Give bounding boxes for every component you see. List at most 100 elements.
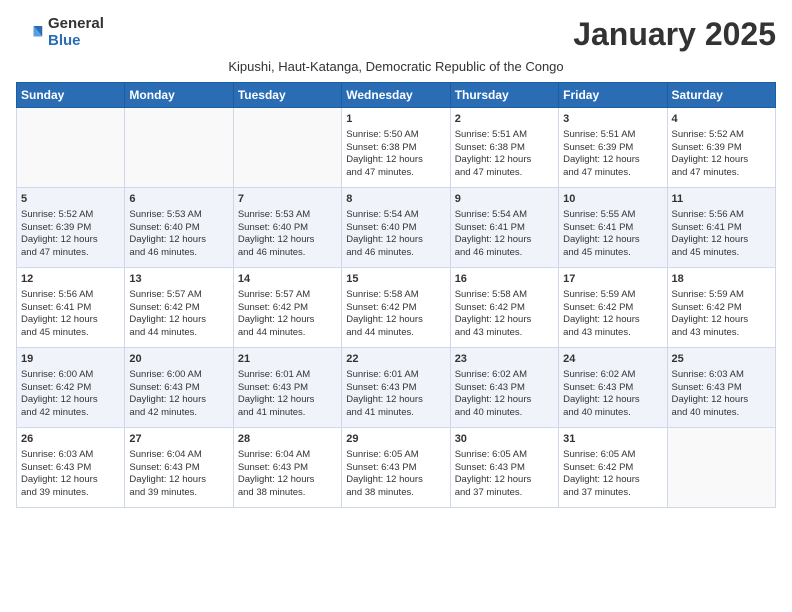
day-info-line: Sunset: 6:42 PM xyxy=(455,302,554,315)
day-info-line: Sunrise: 6:02 AM xyxy=(455,369,554,382)
day-info-line: Daylight: 12 hours xyxy=(346,394,445,407)
day-info-line: Sunset: 6:38 PM xyxy=(346,142,445,155)
calendar-day-5: 5Sunrise: 5:52 AMSunset: 6:39 PMDaylight… xyxy=(17,188,125,268)
day-number: 20 xyxy=(129,352,228,367)
calendar-day-13: 13Sunrise: 5:57 AMSunset: 6:42 PMDayligh… xyxy=(125,268,233,348)
day-number: 26 xyxy=(21,432,120,447)
day-info-line: Sunrise: 6:02 AM xyxy=(563,369,662,382)
day-info-line: and 39 minutes. xyxy=(21,487,120,500)
day-info-line: Sunrise: 5:58 AM xyxy=(346,289,445,302)
day-info-line: Sunrise: 6:01 AM xyxy=(238,369,337,382)
day-info-line: Daylight: 12 hours xyxy=(672,314,771,327)
day-info-line: Sunrise: 5:54 AM xyxy=(346,209,445,222)
day-info-line: Sunset: 6:42 PM xyxy=(346,302,445,315)
day-number: 9 xyxy=(455,192,554,207)
day-info-line: Daylight: 12 hours xyxy=(21,314,120,327)
day-number: 29 xyxy=(346,432,445,447)
calendar-day-27: 27Sunrise: 6:04 AMSunset: 6:43 PMDayligh… xyxy=(125,428,233,508)
day-info-line: Sunset: 6:41 PM xyxy=(672,222,771,235)
day-info-line: Sunrise: 5:58 AM xyxy=(455,289,554,302)
calendar-day-empty xyxy=(667,428,775,508)
day-info-line: and 43 minutes. xyxy=(563,327,662,340)
day-info-line: and 37 minutes. xyxy=(563,487,662,500)
day-info-line: Daylight: 12 hours xyxy=(563,474,662,487)
day-info-line: and 45 minutes. xyxy=(21,327,120,340)
calendar-day-20: 20Sunrise: 6:00 AMSunset: 6:43 PMDayligh… xyxy=(125,348,233,428)
calendar-day-30: 30Sunrise: 6:05 AMSunset: 6:43 PMDayligh… xyxy=(450,428,558,508)
day-info-line: Sunset: 6:43 PM xyxy=(563,382,662,395)
day-number: 23 xyxy=(455,352,554,367)
day-info-line: Sunrise: 6:05 AM xyxy=(563,449,662,462)
day-info-line: Sunrise: 6:01 AM xyxy=(346,369,445,382)
day-info-line: and 44 minutes. xyxy=(238,327,337,340)
day-info-line: Sunset: 6:39 PM xyxy=(672,142,771,155)
day-info-line: Sunrise: 5:59 AM xyxy=(672,289,771,302)
day-number: 13 xyxy=(129,272,228,287)
logo-icon xyxy=(16,19,44,47)
calendar-week-row: 5Sunrise: 5:52 AMSunset: 6:39 PMDaylight… xyxy=(17,188,776,268)
day-info-line: Daylight: 12 hours xyxy=(129,474,228,487)
day-number: 22 xyxy=(346,352,445,367)
day-info-line: and 45 minutes. xyxy=(563,247,662,260)
day-info-line: Daylight: 12 hours xyxy=(672,234,771,247)
day-info-line: Sunrise: 5:52 AM xyxy=(21,209,120,222)
logo-general: General xyxy=(48,16,104,33)
day-info-line: and 38 minutes. xyxy=(238,487,337,500)
day-info-line: Sunrise: 5:56 AM xyxy=(672,209,771,222)
calendar-day-8: 8Sunrise: 5:54 AMSunset: 6:40 PMDaylight… xyxy=(342,188,450,268)
day-info-line: Daylight: 12 hours xyxy=(21,394,120,407)
day-info-line: and 47 minutes. xyxy=(563,167,662,180)
day-number: 8 xyxy=(346,192,445,207)
page-header: General Blue January 2025 xyxy=(16,16,776,53)
day-number: 21 xyxy=(238,352,337,367)
day-info-line: Sunrise: 6:05 AM xyxy=(346,449,445,462)
day-info-line: Sunset: 6:43 PM xyxy=(238,382,337,395)
day-info-line: Sunrise: 5:51 AM xyxy=(563,129,662,142)
day-info-line: Daylight: 12 hours xyxy=(455,474,554,487)
day-info-line: and 40 minutes. xyxy=(563,407,662,420)
weekday-header-row: SundayMondayTuesdayWednesdayThursdayFrid… xyxy=(17,83,776,108)
day-info-line: Sunrise: 6:03 AM xyxy=(672,369,771,382)
day-info-line: and 47 minutes. xyxy=(346,167,445,180)
weekday-header-monday: Monday xyxy=(125,83,233,108)
day-info-line: and 43 minutes. xyxy=(672,327,771,340)
day-info-line: Sunset: 6:38 PM xyxy=(455,142,554,155)
day-info-line: Sunset: 6:42 PM xyxy=(21,382,120,395)
day-info-line: Sunset: 6:43 PM xyxy=(672,382,771,395)
weekday-header-tuesday: Tuesday xyxy=(233,83,341,108)
weekday-header-thursday: Thursday xyxy=(450,83,558,108)
calendar-day-18: 18Sunrise: 5:59 AMSunset: 6:42 PMDayligh… xyxy=(667,268,775,348)
day-info-line: Sunset: 6:42 PM xyxy=(672,302,771,315)
calendar-day-28: 28Sunrise: 6:04 AMSunset: 6:43 PMDayligh… xyxy=(233,428,341,508)
calendar-day-24: 24Sunrise: 6:02 AMSunset: 6:43 PMDayligh… xyxy=(559,348,667,428)
day-number: 24 xyxy=(563,352,662,367)
day-info-line: Sunrise: 5:51 AM xyxy=(455,129,554,142)
day-info-line: Daylight: 12 hours xyxy=(238,234,337,247)
day-info-line: and 47 minutes. xyxy=(21,247,120,260)
day-info-line: Sunset: 6:43 PM xyxy=(346,382,445,395)
day-info-line: Sunrise: 6:04 AM xyxy=(238,449,337,462)
day-info-line: Daylight: 12 hours xyxy=(238,314,337,327)
day-info-line: and 46 minutes. xyxy=(238,247,337,260)
weekday-header-friday: Friday xyxy=(559,83,667,108)
day-number: 25 xyxy=(672,352,771,367)
day-number: 11 xyxy=(672,192,771,207)
day-info-line: Daylight: 12 hours xyxy=(563,314,662,327)
day-info-line: Daylight: 12 hours xyxy=(21,474,120,487)
calendar-day-31: 31Sunrise: 6:05 AMSunset: 6:42 PMDayligh… xyxy=(559,428,667,508)
day-info-line: Sunrise: 5:57 AM xyxy=(238,289,337,302)
day-info-line: and 46 minutes. xyxy=(346,247,445,260)
calendar-day-empty xyxy=(17,108,125,188)
day-info-line: Sunset: 6:43 PM xyxy=(129,462,228,475)
day-info-line: Sunrise: 5:53 AM xyxy=(238,209,337,222)
calendar-day-2: 2Sunrise: 5:51 AMSunset: 6:38 PMDaylight… xyxy=(450,108,558,188)
day-info-line: Sunset: 6:40 PM xyxy=(346,222,445,235)
day-info-line: Sunset: 6:40 PM xyxy=(238,222,337,235)
day-info-line: and 47 minutes. xyxy=(455,167,554,180)
day-number: 12 xyxy=(21,272,120,287)
day-number: 3 xyxy=(563,112,662,127)
day-info-line: Sunset: 6:41 PM xyxy=(455,222,554,235)
calendar-day-26: 26Sunrise: 6:03 AMSunset: 6:43 PMDayligh… xyxy=(17,428,125,508)
day-number: 1 xyxy=(346,112,445,127)
day-info-line: Sunrise: 5:52 AM xyxy=(672,129,771,142)
